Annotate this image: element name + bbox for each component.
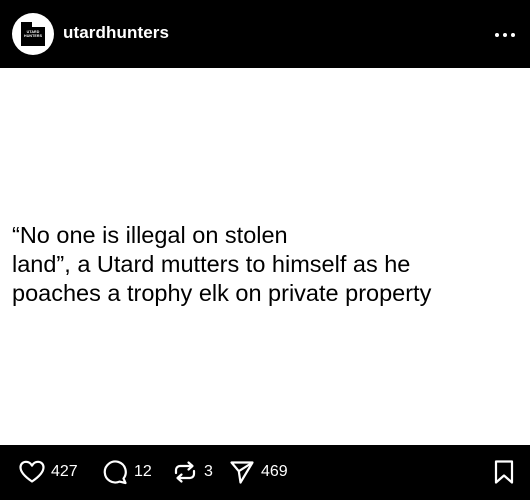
comment-count: 12	[134, 463, 152, 480]
more-horizontal-icon[interactable]	[494, 26, 516, 44]
share-button[interactable]: 469	[229, 459, 288, 485]
bookmark-icon[interactable]	[493, 459, 515, 485]
send-icon	[230, 461, 254, 484]
avatar[interactable]: UTARD HUNTERS	[12, 13, 54, 55]
repost-icon	[174, 461, 196, 483]
share-count: 469	[261, 463, 288, 480]
heart-icon	[19, 460, 45, 483]
like-button[interactable]: 427	[19, 459, 78, 485]
post-card: UTARD HUNTERS utardhunters “No one is il…	[0, 0, 530, 500]
repost-count: 3	[204, 463, 213, 480]
comment-button[interactable]: 12	[102, 459, 152, 485]
post-image: “No one is illegal on stolen land”, a Ut…	[0, 68, 530, 445]
quote-text: “No one is illegal on stolen land”, a Ut…	[12, 222, 432, 306]
repost-button[interactable]: 3	[172, 459, 213, 485]
comment-bubble-icon	[103, 460, 127, 485]
post-header: UTARD HUNTERS utardhunters	[0, 0, 530, 68]
avatar-logo-text: UTARD HUNTERS	[24, 30, 43, 38]
action-bar: 427 12 3 469	[0, 445, 530, 500]
like-count: 427	[51, 463, 78, 480]
username[interactable]: utardhunters	[63, 23, 169, 43]
